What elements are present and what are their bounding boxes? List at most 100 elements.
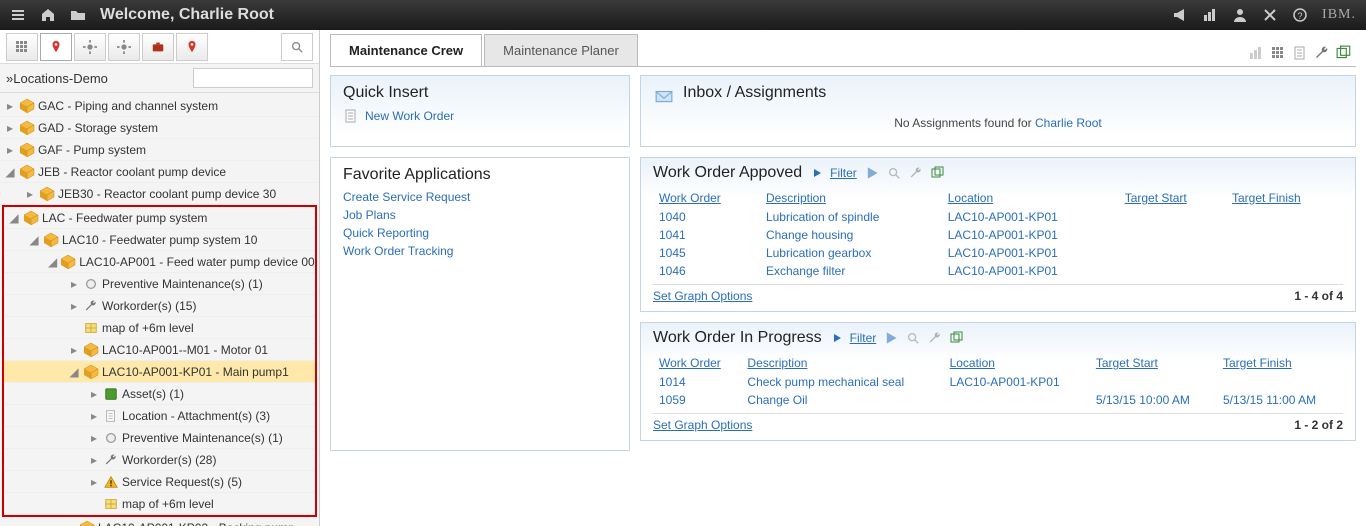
table-row[interactable]: 1014 Check pump mechanical seal LAC10-AP00…	[653, 373, 1343, 391]
edit-icon[interactable]	[1314, 45, 1330, 61]
table-row[interactable]: 1059 Change Oil 5/13/15 10:00 AM 5/13/15 11…	[653, 391, 1343, 409]
tree-node-jeb[interactable]: ◢JEB - Reactor coolant pump device	[0, 161, 319, 183]
inbox-user-link[interactable]: Charlie Root	[1035, 116, 1102, 130]
clear-icon[interactable]	[909, 166, 923, 180]
col-work-order[interactable]: Work Order	[653, 188, 760, 208]
gear-button[interactable]	[74, 33, 106, 61]
table-row[interactable]: 1040 Lubrication of spindle LAC10-AP001-KP…	[653, 208, 1343, 226]
tree-node-gac[interactable]: ▸GAC - Piping and channel system	[0, 95, 319, 117]
layout-icon[interactable]	[1270, 45, 1286, 61]
col-location[interactable]: Location	[944, 353, 1090, 373]
table-cell-link[interactable]: 5/13/15 11:00 AM	[1223, 393, 1316, 407]
table-cell-link[interactable]: Change housing	[766, 228, 853, 242]
wo-approved-filter[interactable]: Filter	[830, 166, 857, 180]
panel-icon[interactable]	[10, 7, 26, 23]
col-target-finish[interactable]: Target Finish	[1226, 188, 1343, 208]
reports-icon[interactable]	[1202, 7, 1218, 23]
chevron-icon[interactable]	[884, 331, 898, 345]
table-cell-link[interactable]: Change Oil	[747, 393, 807, 407]
tree-node-lac10ap001[interactable]: ◢LAC10-AP001 - Feed water pump device 00	[4, 251, 315, 273]
close-icon[interactable]	[1262, 7, 1278, 23]
tab-maintenance-crew[interactable]: Maintenance Crew	[330, 34, 482, 66]
table-cell-link[interactable]: 1046	[659, 264, 686, 278]
tree-node-gad[interactable]: ▸GAD - Storage system	[0, 117, 319, 139]
tab-maintenance-planer[interactable]: Maintenance Planer	[484, 34, 638, 66]
col-target-finish[interactable]: Target Finish	[1217, 353, 1343, 373]
search-icon[interactable]	[906, 331, 920, 345]
tree-node-lac10[interactable]: ◢LAC10 - Feedwater pump system 10	[4, 229, 315, 251]
tree-node-map6b[interactable]: map of +6m level	[4, 493, 315, 515]
tree-node-sr5[interactable]: ▸Service Request(s) (5)	[4, 471, 315, 493]
wo-approved-graph-options[interactable]: Set Graph Options	[653, 289, 752, 303]
table-cell-link[interactable]: Lubrication of spindle	[766, 210, 879, 224]
table-cell-link[interactable]: 1045	[659, 246, 686, 260]
quick-insert-new-wo[interactable]: New Work Order	[343, 108, 617, 124]
welcome-text: Welcome, Charlie Root	[100, 6, 274, 24]
table-cell-link[interactable]: 1040	[659, 210, 686, 224]
favorite-app-link[interactable]: Create Service Request	[343, 190, 617, 204]
breadcrumb-text[interactable]: Locations-Demo	[13, 71, 108, 86]
table-cell-link[interactable]: 1041	[659, 228, 686, 242]
pin2-button[interactable]	[176, 33, 208, 61]
refresh-icon[interactable]	[1336, 45, 1352, 61]
table-cell-link[interactable]: Exchange filter	[766, 264, 845, 278]
pin-view-button[interactable]	[40, 33, 72, 61]
table-cell-link[interactable]: LAC10-AP001-KP01	[948, 246, 1058, 260]
table-cell-link[interactable]: LAC10-AP001-KP01	[948, 210, 1058, 224]
tree-node-assets[interactable]: ▸Asset(s) (1)	[4, 383, 315, 405]
favorite-app-link[interactable]: Job Plans	[343, 208, 617, 222]
favorite-app-link[interactable]: Work Order Tracking	[343, 244, 617, 258]
bulletin-icon[interactable]	[1172, 7, 1188, 23]
table-cell-link[interactable]: Lubrication gearbox	[766, 246, 871, 260]
tree-node-pm1[interactable]: ▸Preventive Maintenance(s) (1)	[4, 273, 315, 295]
tree-node-lac[interactable]: ◢LAC - Feedwater pump system	[4, 207, 315, 229]
wo-inprog-filter[interactable]: Filter	[850, 331, 877, 345]
folder-icon[interactable]	[70, 7, 86, 23]
search-icon[interactable]	[887, 166, 901, 180]
help-icon[interactable]	[1292, 7, 1308, 23]
table-row[interactable]: 1041 Change housing LAC10-AP001-KP01	[653, 226, 1343, 244]
chart-config-icon[interactable]	[1248, 45, 1264, 61]
table-cell-link[interactable]: 1014	[659, 375, 686, 389]
tree-node-m01[interactable]: ▸LAC10-AP001--M01 - Motor 01	[4, 339, 315, 361]
table-cell-link[interactable]: Check pump mechanical seal	[747, 375, 904, 389]
table-cell-link[interactable]: 1059	[659, 393, 686, 407]
clone-icon[interactable]	[950, 331, 964, 345]
col-description[interactable]: Description	[760, 188, 942, 208]
clear-icon[interactable]	[928, 331, 942, 345]
tree-node-kp02[interactable]: ▸LAC10-AP001-KP02 - Backing pump	[0, 517, 319, 526]
table-cell-link[interactable]: LAC10-AP001-KP01	[950, 375, 1060, 389]
tree-node-kp01[interactable]: ◢LAC10-AP001-KP01 - Main pump1	[4, 361, 315, 383]
table-cell-link[interactable]: LAC10-AP001-KP01	[948, 228, 1058, 242]
table-cell-link[interactable]: LAC10-AP001-KP01	[948, 264, 1058, 278]
play-icon[interactable]	[832, 333, 842, 343]
tree-node-gaf[interactable]: ▸GAF - Pump system	[0, 139, 319, 161]
table-cell-link[interactable]: 5/13/15 10:00 AM	[1096, 393, 1190, 407]
table-row[interactable]: 1045 Lubrication gearbox LAC10-AP001-KP01	[653, 244, 1343, 262]
home-icon[interactable]	[40, 7, 56, 23]
col-target-start[interactable]: Target Start	[1090, 353, 1217, 373]
chevron-icon[interactable]	[865, 166, 879, 180]
play-icon[interactable]	[812, 168, 822, 178]
tree-node-locattach[interactable]: ▸Location - Attachment(s) (3)	[4, 405, 315, 427]
tree-node-wo15[interactable]: ▸Workorder(s) (15)	[4, 295, 315, 317]
grid-view-button[interactable]	[6, 33, 38, 61]
add-portlet-icon[interactable]	[1292, 45, 1308, 61]
favorite-app-link[interactable]: Quick Reporting	[343, 226, 617, 240]
sidebar-filter-input[interactable]	[193, 68, 313, 88]
sidebar-search-button[interactable]	[281, 33, 313, 61]
tree-node-pm1b[interactable]: ▸Preventive Maintenance(s) (1)	[4, 427, 315, 449]
briefcase-button[interactable]	[142, 33, 174, 61]
col-description[interactable]: Description	[741, 353, 943, 373]
col-work-order[interactable]: Work Order	[653, 353, 741, 373]
table-row[interactable]: 1046 Exchange filter LAC10-AP001-KP01	[653, 262, 1343, 280]
clone-icon[interactable]	[931, 166, 945, 180]
tree-node-jeb30[interactable]: ▸JEB30 - Reactor coolant pump device 30	[0, 183, 319, 205]
col-target-start[interactable]: Target Start	[1119, 188, 1226, 208]
tree-node-wo28[interactable]: ▸Workorder(s) (28)	[4, 449, 315, 471]
wo-inprog-graph-options[interactable]: Set Graph Options	[653, 418, 752, 432]
tree-node-map6a[interactable]: map of +6m level	[4, 317, 315, 339]
col-location[interactable]: Location	[942, 188, 1119, 208]
profile-icon[interactable]	[1232, 7, 1248, 23]
gear2-button[interactable]	[108, 33, 140, 61]
